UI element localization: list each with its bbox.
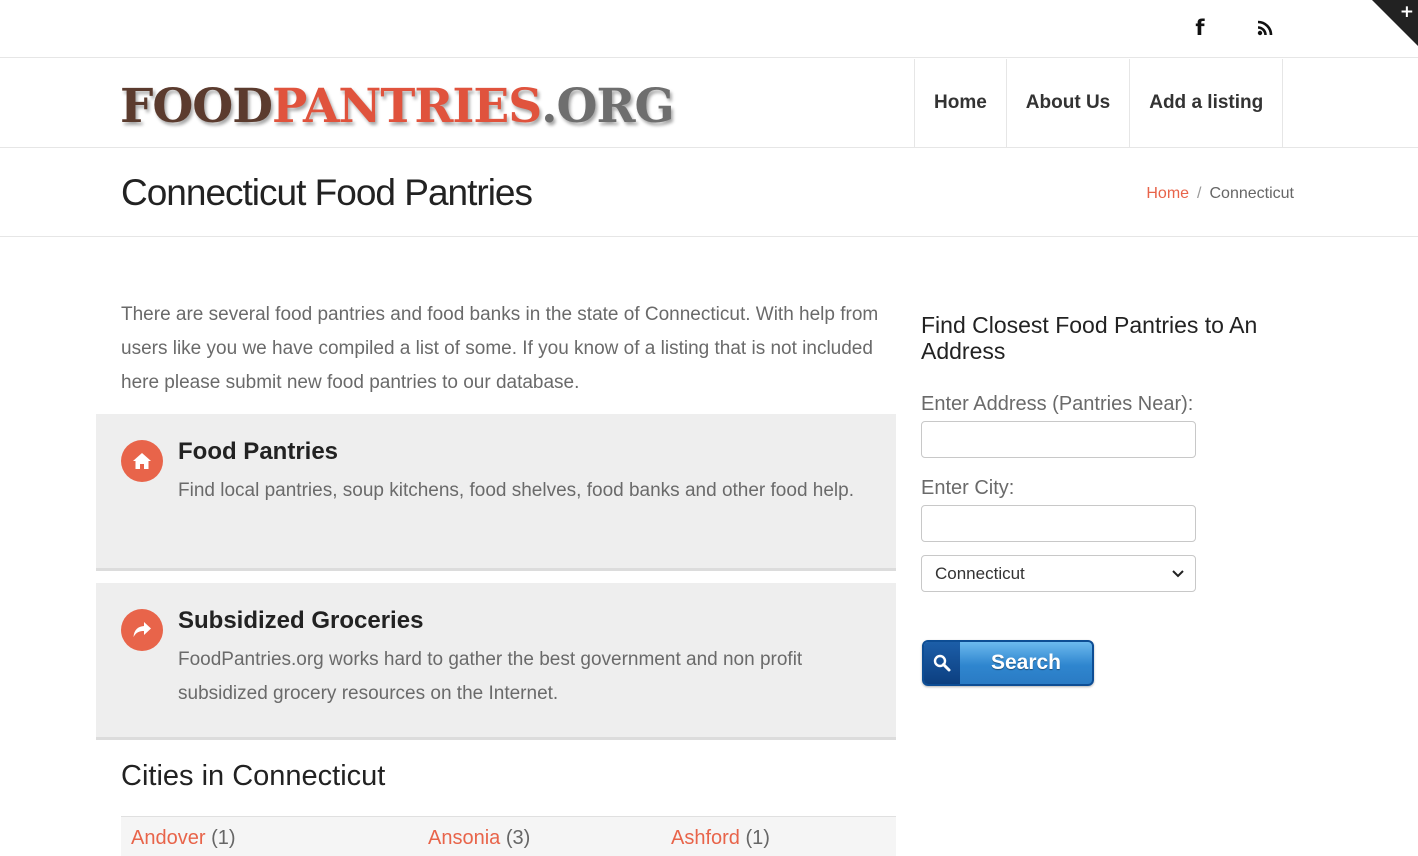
breadcrumb-home[interactable]: Home bbox=[1146, 185, 1189, 202]
city-link-andover[interactable]: Andover bbox=[131, 827, 206, 849]
breadcrumb: Home / Connecticut bbox=[1146, 185, 1294, 203]
search-button[interactable]: Search bbox=[922, 640, 1094, 686]
nav-about-us[interactable]: About Us bbox=[1005, 59, 1129, 147]
list-item: Andover (1) bbox=[131, 827, 236, 850]
rss-icon[interactable] bbox=[1250, 14, 1280, 42]
city-count: (1) bbox=[745, 827, 770, 849]
breadcrumb-separator: / bbox=[1197, 185, 1202, 202]
city-label: Enter City: bbox=[921, 477, 1015, 499]
feature-description: Find local pantries, soup kitchens, food… bbox=[178, 480, 854, 501]
feature-subsidized-groceries: Subsidized Groceries FoodPantries.org wo… bbox=[96, 583, 896, 740]
state-select-value: Connecticut bbox=[935, 563, 1025, 583]
logo-part-pantries: PANTRIES bbox=[272, 79, 542, 134]
rss-glyph bbox=[1257, 20, 1273, 36]
nav-home[interactable]: Home bbox=[914, 59, 1006, 147]
search-button-label: Search bbox=[990, 651, 1062, 674]
feature-title: Food Pantries bbox=[178, 438, 339, 465]
list-item: Ansonia (3) bbox=[428, 827, 530, 850]
chevron-down-icon bbox=[1172, 570, 1184, 578]
feature-description: FoodPantries.org works hard to gather th… bbox=[178, 649, 803, 704]
top-bar: f + bbox=[0, 0, 1418, 58]
city-count: (1) bbox=[211, 827, 236, 849]
cities-heading: Cities in Connecticut bbox=[121, 760, 386, 792]
city-input[interactable] bbox=[921, 505, 1196, 542]
city-count: (3) bbox=[505, 827, 531, 849]
logo-part-org: .ORG bbox=[541, 79, 675, 134]
site-header: FOOD PANTRIES .ORG Home About Us Add a lis… bbox=[0, 59, 1418, 148]
intro-text: There are several food pantries and food… bbox=[121, 304, 879, 393]
state-select[interactable]: Connecticut bbox=[921, 555, 1196, 592]
city-link-ashford[interactable]: Ashford bbox=[671, 827, 740, 849]
sidebar-title: Find Closest Food Pantries to An Address bbox=[921, 312, 1258, 364]
main-nav: Home About Us Add a listing bbox=[914, 59, 1284, 147]
site-logo[interactable]: FOOD PANTRIES .ORG bbox=[120, 79, 675, 134]
share-arrow-icon bbox=[121, 609, 163, 651]
search-icon bbox=[924, 642, 960, 684]
home-icon bbox=[121, 440, 163, 482]
address-input[interactable] bbox=[921, 421, 1196, 458]
logo-part-food: FOOD bbox=[120, 79, 273, 134]
facebook-glyph: f bbox=[1195, 16, 1205, 40]
page-title: Connecticut Food Pantries bbox=[121, 172, 533, 213]
title-bar: Connecticut Food Pantries Home / Connectic… bbox=[0, 148, 1418, 237]
city-link-ansonia[interactable]: Ansonia bbox=[428, 827, 500, 849]
facebook-icon[interactable]: f bbox=[1185, 14, 1215, 42]
feature-title: Subsidized Groceries bbox=[178, 607, 424, 634]
address-label: Enter Address (Pantries Near): bbox=[921, 393, 1194, 415]
feature-food-pantries: Food Pantries Find local pantries, soup … bbox=[96, 414, 896, 571]
plus-icon[interactable]: + bbox=[1400, 2, 1414, 22]
list-item: Ashford (1) bbox=[671, 827, 770, 850]
nav-add-listing[interactable]: Add a listing bbox=[1129, 59, 1284, 147]
cities-list: Andover (1) Ansonia (3) Ashford (1) bbox=[121, 816, 896, 856]
breadcrumb-current: Connecticut bbox=[1209, 185, 1295, 202]
